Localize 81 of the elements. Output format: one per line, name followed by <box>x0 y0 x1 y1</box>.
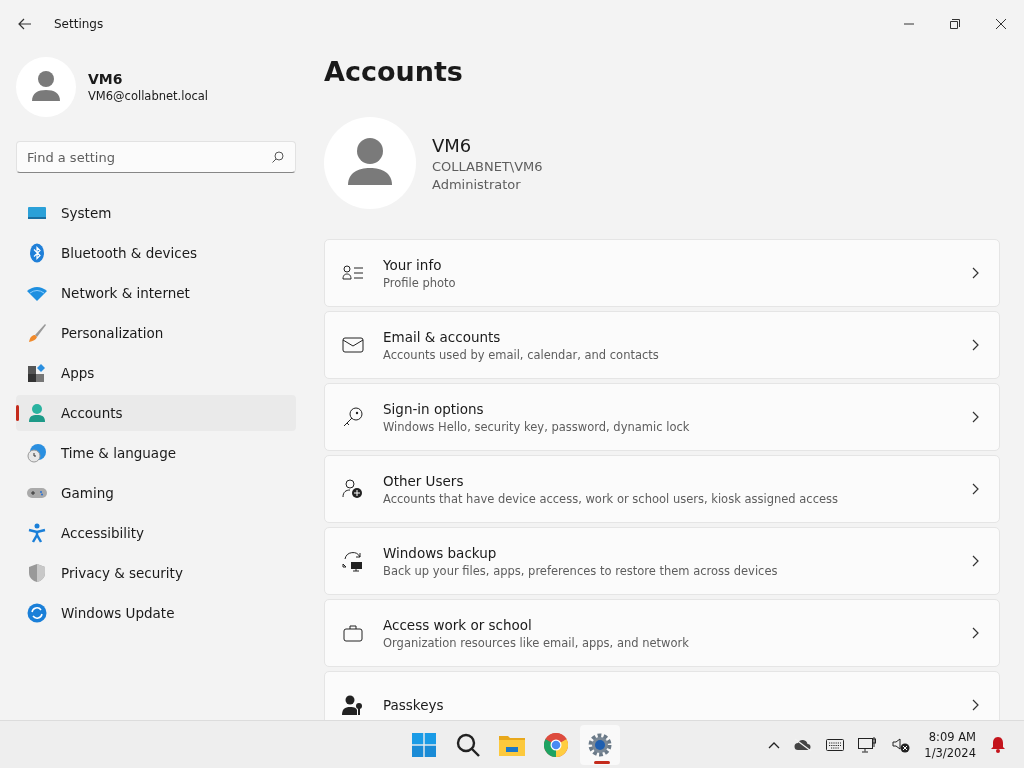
account-role: Administrator <box>432 176 522 192</box>
card-description: Accounts that have device access, work or school users, kiosk assigned access <box>383 491 840 506</box>
folder-icon <box>499 733 525 756</box>
sidebar-item[interactable]: Privacy & security <box>16 555 296 591</box>
bluetooth-icon <box>27 243 47 263</box>
taskbar-app[interactable] <box>580 724 620 765</box>
account-name: VM6 <box>432 134 473 156</box>
chevron-right-icon <box>972 699 979 711</box>
globe-clock-icon <box>27 443 47 463</box>
cloud-icon[interactable] <box>794 737 813 752</box>
key-icon <box>342 406 364 428</box>
apps-icon <box>27 363 47 383</box>
chrome-icon <box>544 732 568 757</box>
clock-date[interactable]: 1/3/2024 <box>924 745 976 760</box>
sidebar-item[interactable]: Bluetooth & devices <box>16 235 296 271</box>
sidebar-item[interactable]: Personalization <box>16 315 296 351</box>
person-icon <box>27 403 47 423</box>
settings-card[interactable]: Passkeys <box>324 671 1000 720</box>
card-description: Back up your files, apps, preferences to restore them across devices <box>383 563 779 578</box>
card-title: Access work or school <box>383 616 533 633</box>
chevron-right-icon <box>972 267 979 279</box>
briefcase-icon <box>342 623 364 643</box>
sidebar-item[interactable]: Time & language <box>16 435 296 471</box>
search-icon <box>272 151 284 163</box>
mail-icon <box>342 336 364 354</box>
settings-card[interactable]: Access work or school Organization resources like email, apps, and network <box>324 599 1000 667</box>
sidebar-item[interactable]: Network & internet <box>16 275 296 311</box>
contact-list-icon <box>342 263 364 283</box>
card-title: Your info <box>383 256 443 273</box>
settings-card[interactable]: Windows backup Back up your files, apps, preferences to restore them across devices <box>324 527 1000 595</box>
card-description: Organization resources like email, apps, and network <box>383 635 690 650</box>
volume-muted-icon[interactable] <box>892 736 911 753</box>
sidebar-item[interactable]: Gaming <box>16 475 296 511</box>
search-icon <box>456 732 480 757</box>
bell-icon[interactable] <box>990 736 1006 753</box>
sidebar-item[interactable]: Apps <box>16 355 296 391</box>
restore-icon[interactable] <box>950 19 960 29</box>
card-title: Windows backup <box>383 544 498 561</box>
sidebar-item[interactable]: System <box>16 195 296 231</box>
card-description: Windows Hello, security key, password, dynamic lock <box>383 419 691 434</box>
keyboard-icon[interactable] <box>826 738 845 751</box>
user-name: VM6 <box>88 71 124 87</box>
window-title: Settings <box>54 17 104 31</box>
gear-icon <box>588 732 612 757</box>
shield-icon <box>27 563 47 583</box>
avatar-icon <box>324 117 416 209</box>
card-title: Other Users <box>383 472 465 489</box>
add-user-icon <box>342 478 364 500</box>
user-key-icon <box>342 694 364 716</box>
accessibility-icon <box>27 523 47 543</box>
card-title: Passkeys <box>383 697 445 713</box>
update-icon <box>27 603 47 623</box>
settings-card[interactable]: Email & accounts Accounts used by email, calendar, and contacts <box>324 311 1000 379</box>
brush-icon <box>27 323 47 343</box>
settings-card[interactable]: Sign-in options Windows Hello, security key, password, dynamic lock <box>324 383 1000 451</box>
chevron-right-icon <box>972 483 979 495</box>
sidebar-item[interactable]: Accounts <box>16 395 296 431</box>
card-description: Accounts used by email, calendar, and contacts <box>383 347 660 362</box>
search-field[interactable]: Find a setting <box>16 141 296 173</box>
close-icon[interactable] <box>996 19 1006 29</box>
chevron-right-icon <box>972 627 979 639</box>
settings-card[interactable]: Your info Profile photo <box>324 239 1000 307</box>
windows-logo-icon <box>412 732 436 757</box>
page-title: Accounts <box>324 56 464 87</box>
user-email: VM6@collabnet.local <box>88 89 209 103</box>
chevron-right-icon <box>972 411 979 423</box>
clock-time[interactable]: 8:09 AM <box>928 729 976 744</box>
chevron-right-icon <box>972 555 979 567</box>
settings-card[interactable]: Other Users Accounts that have device access, work or school users, kiosk assigned access <box>324 455 1000 523</box>
chevron-right-icon <box>972 339 979 351</box>
monitor-plug-icon[interactable] <box>858 735 879 754</box>
card-title: Sign-in options <box>383 400 485 417</box>
backup-icon <box>342 550 364 572</box>
chevron-up-icon[interactable] <box>768 740 781 749</box>
card-description: Profile photo <box>383 275 457 290</box>
avatar-icon <box>16 57 76 117</box>
card-title: Email & accounts <box>383 328 502 345</box>
sidebar-item[interactable]: Accessibility <box>16 515 296 551</box>
sidebar-item[interactable]: Windows Update <box>16 595 296 631</box>
back-icon[interactable] <box>18 18 32 30</box>
account-domain: COLLABNET\VM6 <box>432 158 543 174</box>
